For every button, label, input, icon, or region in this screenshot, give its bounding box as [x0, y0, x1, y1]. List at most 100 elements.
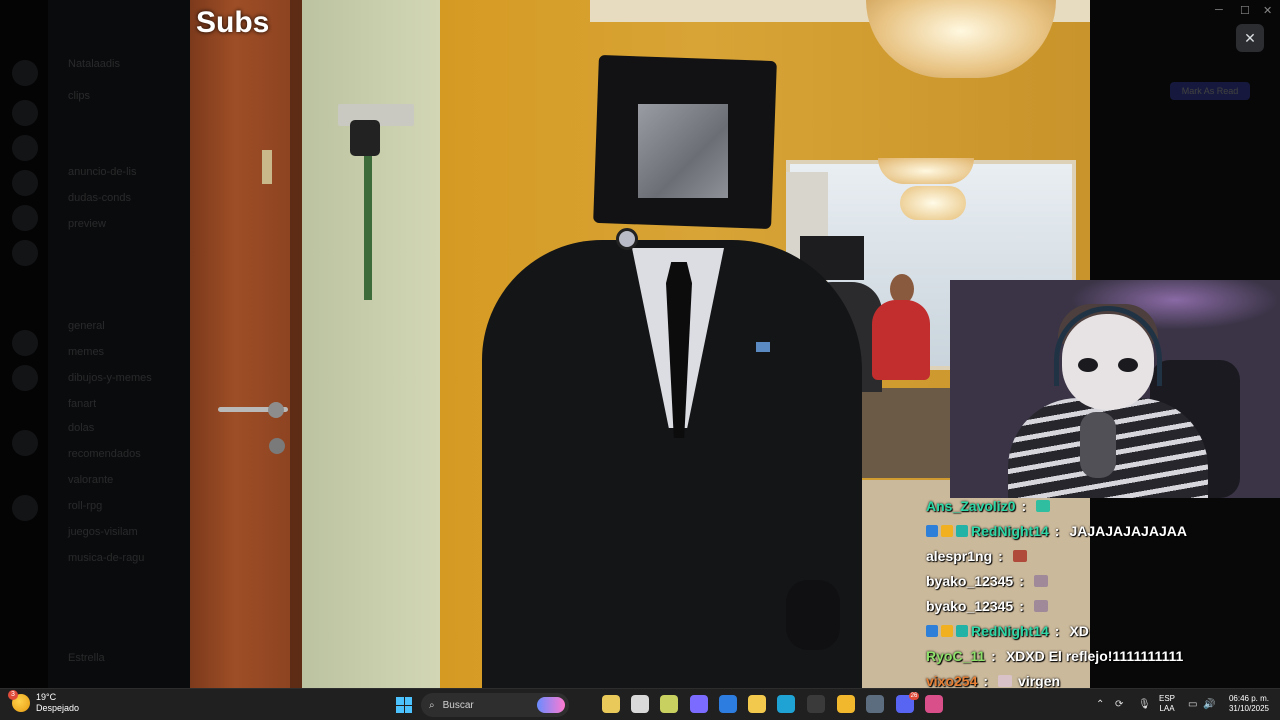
channel-item[interactable]: memes — [68, 346, 104, 358]
chat-badge-icon — [926, 625, 938, 637]
show-hidden-icons-icon[interactable]: ⌃ — [1096, 699, 1104, 710]
taskbar: 3 19°C Despejado ⌕ Buscar 26 ⌃ ⟳ 🎙 ESP L… — [0, 688, 1280, 720]
chat-separator: : — [1054, 623, 1060, 639]
chat-username[interactable]: Ans_Zavoliz0 — [926, 498, 1015, 514]
chat-message: alespr1ng: — [926, 545, 1027, 567]
weather-condition: Despejado — [36, 703, 80, 713]
channel-item[interactable]: anuncio-de-lis — [68, 166, 136, 178]
chat-text: JAJAJAJAJAJAA — [1069, 523, 1187, 539]
microphone-tray-icon[interactable]: 🎙 — [1138, 699, 1151, 710]
network-icon[interactable]: ▭ — [1188, 699, 1197, 710]
server-icon[interactable] — [12, 330, 38, 356]
chat-message: byako_12345: — [926, 595, 1048, 617]
server-icon[interactable] — [12, 495, 38, 521]
chat-badge-icon — [956, 525, 968, 537]
channel-item[interactable]: fanart — [68, 398, 96, 410]
search-placeholder: Buscar — [442, 699, 474, 711]
chat-username[interactable]: byako_12345 — [926, 573, 1013, 589]
volume-icon[interactable]: 🔊 — [1203, 699, 1215, 710]
chat-text: XD — [1069, 623, 1089, 639]
clock-app-icon[interactable] — [660, 695, 678, 713]
channel-item[interactable]: clips — [68, 90, 90, 102]
app-icon[interactable] — [925, 695, 943, 713]
window-close-icon[interactable]: ✕ — [1263, 4, 1272, 17]
chat-text: virgen — [1018, 673, 1061, 689]
server-icon[interactable] — [12, 135, 38, 161]
start-button[interactable] — [396, 697, 412, 713]
close-button[interactable]: ✕ — [1236, 24, 1264, 52]
chat-message: RedNight14: JAJAJAJAJAJAA — [926, 520, 1187, 542]
streamer-facecam — [950, 280, 1280, 498]
chat-username[interactable]: vixo254 — [926, 673, 977, 689]
channel-item[interactable]: juegos-visilam — [68, 526, 138, 538]
server-icon[interactable] — [12, 365, 38, 391]
microphone-icon — [1080, 412, 1116, 478]
system-clock[interactable]: 06:46 p. m. 31/10/2025 — [1223, 694, 1269, 714]
weather-icon: 3 — [8, 690, 30, 712]
chat-separator: : — [1019, 573, 1024, 589]
server-icon[interactable] — [12, 240, 38, 266]
edge-icon[interactable] — [777, 695, 795, 713]
weather-temp: 19°C — [36, 692, 57, 702]
search-highlight-icon — [537, 697, 565, 713]
chat-badge-icon — [941, 525, 953, 537]
chat-emote-icon — [1033, 600, 1048, 612]
chat-separator: : — [1054, 523, 1060, 539]
chrome-icon[interactable] — [837, 695, 855, 713]
chat-username[interactable]: alespr1ng — [926, 548, 992, 564]
chat-separator: : — [983, 673, 989, 689]
chat-badge-icon — [956, 625, 968, 637]
store-icon[interactable] — [719, 695, 737, 713]
chat-emote-icon — [1012, 550, 1027, 562]
chat-separator: : — [991, 648, 996, 664]
discord-icon[interactable]: 26 — [896, 692, 919, 713]
chat-separator: : — [1019, 598, 1024, 614]
sync-icon[interactable]: ⟳ — [1115, 699, 1123, 710]
chat-message: byako_12345: — [926, 570, 1048, 592]
copilot-icon[interactable] — [690, 695, 708, 713]
chat-badge-icon — [941, 625, 953, 637]
channel-item[interactable]: general — [68, 320, 105, 332]
server-icon[interactable] — [12, 205, 38, 231]
language-indicator[interactable]: ESP LAA — [1159, 694, 1175, 714]
widgets-app-icon[interactable] — [602, 695, 620, 713]
channel-list: Natalaadis clips anuncio-de-lis dudas-co… — [48, 0, 190, 688]
terminal-icon[interactable] — [807, 695, 825, 713]
chat-emote-icon — [1036, 500, 1051, 512]
chat-username[interactable]: RyoC_11 — [926, 648, 985, 664]
chat-username[interactable]: RedNight14 — [971, 623, 1049, 639]
search-box[interactable]: ⌕ Buscar — [421, 693, 569, 717]
channel-item[interactable]: valorante — [68, 474, 113, 486]
channel-item[interactable]: musica-de-ragu — [68, 552, 144, 564]
subs-overlay-text: Subs — [196, 6, 270, 39]
minimize-icon[interactable]: ─ — [1215, 4, 1223, 16]
channel-item[interactable]: Natalaadis — [68, 58, 120, 70]
chat-message: RyoC_11: XDXD El reflejo!1111111111 — [926, 645, 1183, 667]
channel-item[interactable]: preview — [68, 218, 106, 230]
channel-item[interactable]: recomendados — [68, 448, 141, 460]
chat-separator: : — [1021, 498, 1027, 514]
chat-emote-icon — [998, 675, 1013, 687]
file-explorer-icon[interactable] — [748, 695, 766, 713]
task-view-icon[interactable] — [631, 695, 649, 713]
user-name: Estrella — [68, 652, 105, 664]
channel-item[interactable]: dibujos-y-memes — [68, 372, 152, 384]
channel-item[interactable]: roll-rpg — [68, 500, 102, 512]
channel-item[interactable]: dudas-conds — [68, 192, 131, 204]
server-icon[interactable] — [12, 430, 38, 456]
chat-message: RedNight14: XD — [926, 620, 1089, 642]
maximize-icon[interactable]: ☐ — [1240, 4, 1250, 17]
server-icon[interactable] — [12, 100, 38, 126]
chat-badge-icon — [926, 525, 938, 537]
mark-read-button[interactable]: Mark As Read — [1170, 82, 1250, 100]
clock-date: 31/10/2025 — [1228, 704, 1269, 713]
chat-emote-icon — [1033, 575, 1048, 587]
steam-icon[interactable] — [866, 695, 884, 713]
server-icon[interactable] — [12, 170, 38, 196]
chat-username[interactable]: RedNight14 — [971, 523, 1049, 539]
chat-username[interactable]: byako_12345 — [926, 598, 1013, 614]
channel-item[interactable]: dolas — [68, 422, 94, 434]
clock-time: 06:46 p. m. — [1228, 694, 1269, 703]
weather-widget[interactable]: 3 19°C Despejado — [8, 690, 80, 714]
server-icon[interactable] — [12, 60, 38, 86]
